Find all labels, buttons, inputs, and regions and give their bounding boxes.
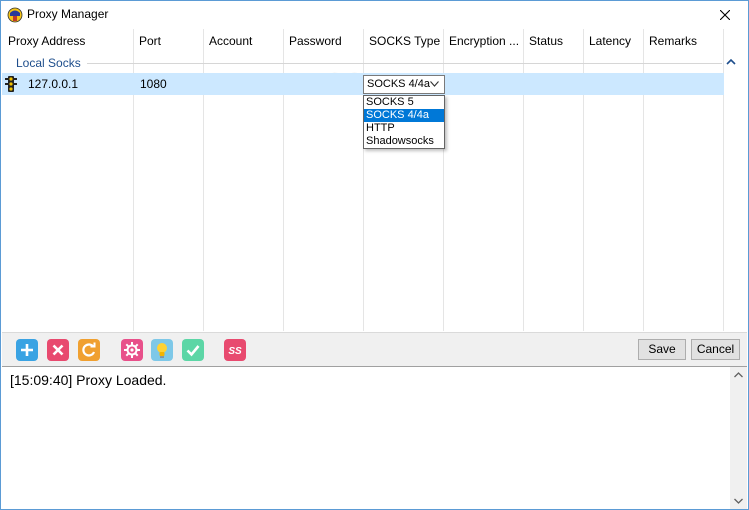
tip-button[interactable] [151, 339, 173, 361]
dropdown-option-socks4[interactable]: SOCKS 4/4a [364, 109, 444, 122]
column-header-encryption[interactable]: Encryption ... [443, 29, 523, 53]
refresh-button[interactable] [78, 339, 100, 361]
log-line: [15:09:40] Proxy Loaded. [10, 372, 167, 388]
settings-icon [124, 342, 140, 358]
proxy-manager-app-icon [7, 7, 23, 23]
close-icon [720, 10, 730, 20]
column-header-remarks[interactable]: Remarks [643, 29, 723, 53]
settings-button[interactable] [121, 339, 143, 361]
lightbulb-icon [157, 343, 167, 358]
log-scrollbar[interactable] [730, 367, 747, 509]
dropdown-option-shadowsocks[interactable]: Shadowsocks [364, 135, 444, 148]
scroll-up-arrow-icon[interactable] [730, 367, 747, 384]
column-header-row: Proxy Address Port Account Password SOCK… [2, 29, 747, 53]
socks-type-selected-value: SOCKS 4/4a [367, 78, 430, 90]
dropdown-option-socks5[interactable]: SOCKS 5 [364, 96, 444, 109]
column-header-account[interactable]: Account [203, 29, 283, 53]
chevron-up-icon[interactable] [725, 56, 737, 68]
column-header-port[interactable]: Port [133, 29, 203, 53]
scroll-down-arrow-icon[interactable] [730, 492, 747, 509]
title-bar: Proxy Manager [1, 1, 748, 29]
socks-type-dropdown-list: SOCKS 5 SOCKS 4/4a HTTP Shadowsocks [363, 95, 445, 149]
chevron-down-icon [430, 81, 439, 87]
delete-icon [52, 344, 64, 356]
window-title: Proxy Manager [27, 7, 109, 21]
delete-button[interactable] [47, 339, 69, 361]
refresh-icon [82, 342, 96, 357]
column-header-proxy-address[interactable]: Proxy Address [2, 29, 133, 53]
proxy-manager-window: Proxy Manager Proxy Address Port Account… [0, 0, 749, 510]
add-button[interactable] [16, 339, 38, 361]
cell-port[interactable]: 1080 [140, 73, 167, 95]
log-panel: [15:09:40] Proxy Loaded. [2, 366, 747, 509]
column-header-latency[interactable]: Latency [583, 29, 643, 53]
add-icon [21, 344, 33, 356]
check-button[interactable] [182, 339, 204, 361]
close-button[interactable] [702, 1, 748, 29]
cancel-button[interactable]: Cancel [691, 339, 740, 360]
save-button[interactable]: Save [638, 339, 686, 360]
dropdown-option-http[interactable]: HTTP [364, 122, 444, 135]
group-separator [82, 63, 722, 64]
cell-proxy-address[interactable]: 127.0.0.1 [28, 73, 78, 95]
column-header-password[interactable]: Password [283, 29, 363, 53]
check-icon [186, 345, 200, 357]
group-title-local-socks[interactable]: Local Socks [16, 56, 87, 70]
shadowsocks-button[interactable]: SS [224, 339, 246, 361]
column-header-socks-type[interactable]: SOCKS Type [363, 29, 443, 53]
toolbar: SS Save Cancel [2, 332, 747, 366]
svg-text:SS: SS [228, 346, 242, 357]
socks-type-select[interactable]: SOCKS 4/4a [363, 75, 445, 94]
proxy-list: Proxy Address Port Account Password SOCK… [2, 29, 747, 331]
traffic-light-icon [4, 76, 18, 92]
column-header-status[interactable]: Status [523, 29, 583, 53]
shadowsocks-icon: SS [228, 346, 242, 357]
